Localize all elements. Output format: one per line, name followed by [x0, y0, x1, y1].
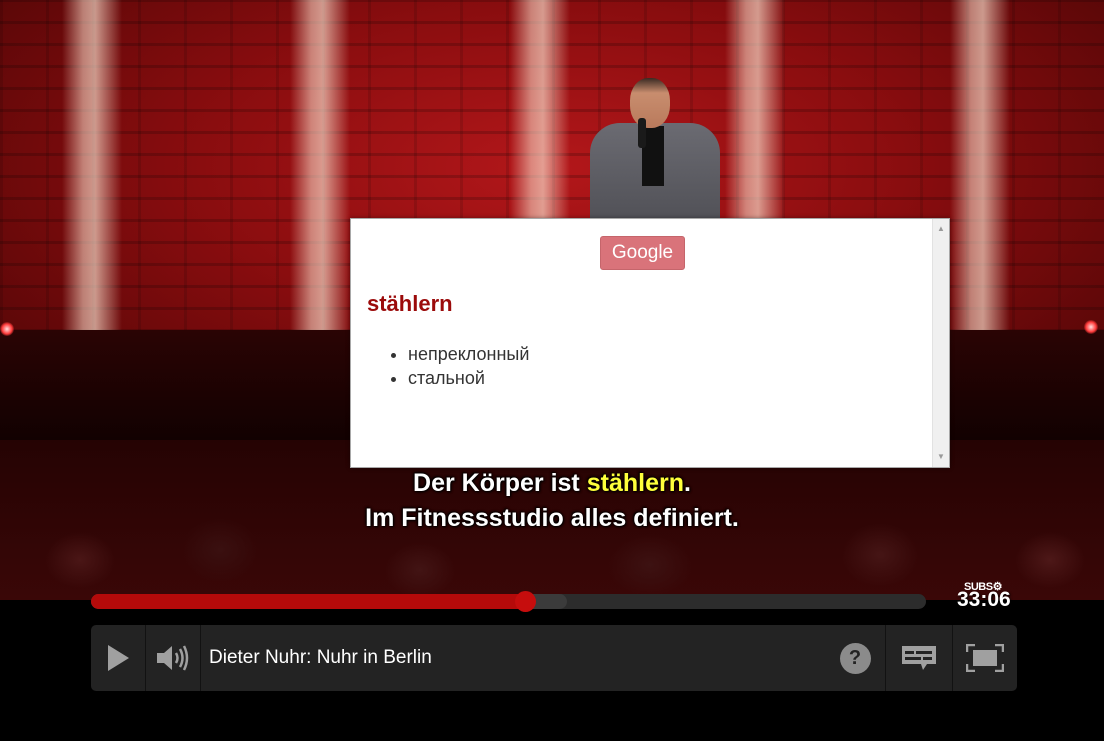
- scroll-up-arrow-icon[interactable]: ▲: [933, 221, 949, 237]
- subtitles-button[interactable]: [886, 625, 952, 691]
- progress-bar[interactable]: [91, 591, 926, 612]
- fullscreen-button[interactable]: [953, 625, 1017, 691]
- spotlight: [0, 322, 14, 336]
- dictionary-popup: Google stählern непреклонный стальной ▲ …: [350, 218, 950, 468]
- subtitle-line-1: Der Körper ist stählern.: [0, 466, 1104, 501]
- video-player: Der Körper ist stählern. Im Fitnessstudi…: [0, 0, 1104, 741]
- microphone: [638, 118, 646, 148]
- popup-scrollbar[interactable]: ▲ ▼: [932, 219, 949, 467]
- google-button[interactable]: Google: [600, 236, 685, 270]
- help-button[interactable]: ?: [831, 625, 879, 691]
- light-pillar: [950, 0, 1010, 330]
- translation-item: стальной: [408, 366, 529, 390]
- translation-item: непреклонный: [408, 342, 529, 366]
- subtitle: Der Körper ist stählern. Im Fitnessstudi…: [0, 466, 1104, 536]
- subtitle-text: .: [683, 469, 691, 497]
- volume-button[interactable]: [146, 625, 200, 691]
- performer-head: [630, 78, 670, 128]
- volume-icon: [157, 645, 189, 671]
- video-title: Dieter Nuhr: Nuhr in Berlin: [209, 647, 432, 668]
- subtitle-highlighted-word[interactable]: stählern: [587, 469, 684, 497]
- dictionary-content: Google stählern непреклонный стальной: [351, 219, 932, 467]
- subtitle-line-2[interactable]: Im Fitnessstudio alles definiert.: [0, 501, 1104, 536]
- control-bar: Dieter Nuhr: Nuhr in Berlin ?: [91, 625, 1017, 691]
- subtitles-icon: [902, 646, 936, 670]
- spotlight: [1084, 320, 1098, 334]
- play-icon: [108, 645, 129, 671]
- translation-list: непреклонный стальной: [408, 342, 529, 390]
- light-pillar: [62, 0, 122, 330]
- help-icon: ?: [839, 642, 871, 674]
- dictionary-word: stählern: [367, 291, 453, 316]
- performer: [590, 78, 720, 228]
- time-display: 33:06: [957, 588, 1011, 611]
- subtitle-text: Der Körper ist: [413, 469, 587, 497]
- played-bar: [91, 594, 526, 609]
- light-pillar: [290, 0, 350, 330]
- fullscreen-icon: [966, 644, 1004, 672]
- separator: [200, 625, 201, 691]
- scroll-down-arrow-icon[interactable]: ▼: [933, 449, 949, 465]
- play-button[interactable]: [91, 625, 145, 691]
